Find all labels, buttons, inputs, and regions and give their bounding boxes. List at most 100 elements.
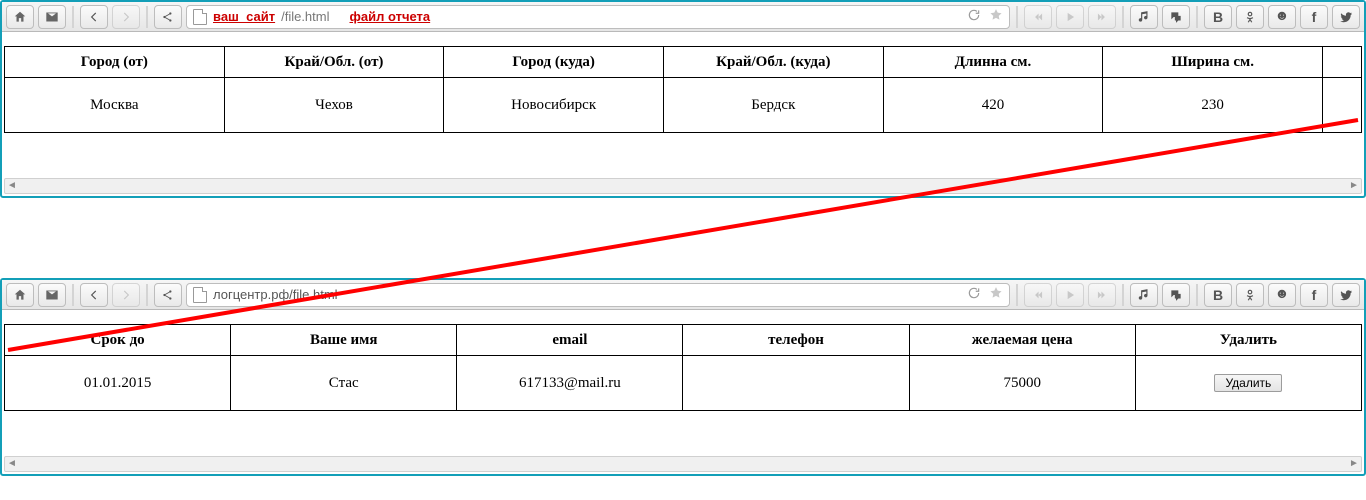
scroll-left-icon[interactable]: ◄ xyxy=(5,179,19,191)
cell: Чехов xyxy=(224,78,444,133)
moimir-icon: ☻ xyxy=(1275,287,1290,303)
twitter-icon xyxy=(1339,288,1353,302)
col-header: Край/Обл. (от) xyxy=(224,47,444,78)
horizontal-scrollbar[interactable]: ◄ ► xyxy=(4,178,1362,194)
cell: 01.01.2015 xyxy=(5,356,231,411)
chat-button[interactable] xyxy=(1162,283,1190,307)
cell xyxy=(1323,78,1362,133)
separator xyxy=(1016,284,1018,306)
file-icon xyxy=(193,9,207,25)
browser-window-1: ваш_сайт /file.html файл отчета B ☻ f Го… xyxy=(0,0,1366,198)
col-header: Длинна см. xyxy=(883,47,1103,78)
separator xyxy=(72,6,74,28)
media-prev-button xyxy=(1024,283,1052,307)
cell: 420 xyxy=(883,78,1103,133)
moimir-icon: ☻ xyxy=(1275,9,1290,25)
media-play-button xyxy=(1056,283,1084,307)
moimir-button[interactable]: ☻ xyxy=(1268,5,1296,29)
cell: Новосибирск xyxy=(444,78,664,133)
cell xyxy=(683,356,909,411)
col-header: телефон xyxy=(683,325,909,356)
music-button[interactable] xyxy=(1130,5,1158,29)
facebook-icon: f xyxy=(1312,9,1317,25)
table-header-row: Город (от) Край/Обл. (от) Город (куда) К… xyxy=(5,47,1362,78)
col-header: желаемая цена xyxy=(909,325,1135,356)
data-table-2: Срок до Ваше имя email телефон желаемая … xyxy=(4,324,1362,411)
address-bar[interactable]: логцентр.рф/file.html xyxy=(186,283,1010,307)
reload-icon[interactable] xyxy=(967,8,981,25)
col-header: Удалить xyxy=(1135,325,1361,356)
cell: 230 xyxy=(1103,78,1323,133)
share-button[interactable] xyxy=(154,5,182,29)
media-next-button xyxy=(1088,283,1116,307)
data-table-1: Город (от) Край/Обл. (от) Город (куда) К… xyxy=(4,46,1362,133)
ok-button[interactable] xyxy=(1236,5,1264,29)
cell: Бердск xyxy=(663,78,883,133)
browser-window-2: логцентр.рф/file.html B ☻ f Срок до Ваше… xyxy=(0,278,1366,476)
table-header-row: Срок до Ваше имя email телефон желаемая … xyxy=(5,325,1362,356)
cell: 75000 xyxy=(909,356,1135,411)
twitter-icon xyxy=(1339,10,1353,24)
separator xyxy=(72,284,74,306)
cell: Москва xyxy=(5,78,225,133)
page-content-2: Срок до Ваше имя email телефон желаемая … xyxy=(2,310,1364,411)
mail-button[interactable] xyxy=(38,5,66,29)
page-content-1: Город (от) Край/Обл. (от) Город (куда) К… xyxy=(2,32,1364,133)
vk-button[interactable]: B xyxy=(1204,283,1232,307)
music-button[interactable] xyxy=(1130,283,1158,307)
media-play-button xyxy=(1056,5,1084,29)
separator xyxy=(1122,284,1124,306)
twitter-button[interactable] xyxy=(1332,5,1360,29)
address-bar[interactable]: ваш_сайт /file.html файл отчета xyxy=(186,5,1010,29)
url-label-emph: файл отчета xyxy=(350,9,431,24)
vk-button[interactable]: B xyxy=(1204,5,1232,29)
facebook-button[interactable]: f xyxy=(1300,283,1328,307)
home-button[interactable] xyxy=(6,283,34,307)
separator xyxy=(146,6,148,28)
facebook-icon: f xyxy=(1312,287,1317,303)
separator xyxy=(1122,6,1124,28)
facebook-button[interactable]: f xyxy=(1300,5,1328,29)
bookmark-star-icon[interactable] xyxy=(989,8,1003,25)
media-next-button xyxy=(1088,5,1116,29)
separator xyxy=(1016,6,1018,28)
ok-button[interactable] xyxy=(1236,283,1264,307)
home-button[interactable] xyxy=(6,5,34,29)
bookmark-star-icon[interactable] xyxy=(989,286,1003,303)
toolbar: ваш_сайт /file.html файл отчета B ☻ f xyxy=(2,2,1364,32)
col-header: Город (от) xyxy=(5,47,225,78)
back-button[interactable] xyxy=(80,283,108,307)
scroll-left-icon[interactable]: ◄ xyxy=(5,457,19,469)
reload-icon[interactable] xyxy=(967,286,981,303)
col-header: Край/Обл. (куда) xyxy=(663,47,883,78)
forward-button xyxy=(112,5,140,29)
url-path: /file.html xyxy=(281,9,329,24)
ok-icon xyxy=(1243,288,1257,302)
chat-button[interactable] xyxy=(1162,5,1190,29)
vk-icon: B xyxy=(1213,9,1223,25)
scroll-right-icon[interactable]: ► xyxy=(1347,179,1361,191)
col-header: email xyxy=(457,325,683,356)
col-header xyxy=(1323,47,1362,78)
twitter-button[interactable] xyxy=(1332,283,1360,307)
url-text: логцентр.рф/file.html xyxy=(213,287,338,302)
ok-icon xyxy=(1243,10,1257,24)
scroll-right-icon[interactable]: ► xyxy=(1347,457,1361,469)
share-button[interactable] xyxy=(154,283,182,307)
table-row: Москва Чехов Новосибирск Бердск 420 230 xyxy=(5,78,1362,133)
file-icon xyxy=(193,287,207,303)
col-header: Ваше имя xyxy=(231,325,457,356)
cell: 617133@mail.ru xyxy=(457,356,683,411)
separator xyxy=(1196,284,1198,306)
col-header: Ширина см. xyxy=(1103,47,1323,78)
separator xyxy=(1196,6,1198,28)
col-header: Город (куда) xyxy=(444,47,664,78)
moimir-button[interactable]: ☻ xyxy=(1268,283,1296,307)
mail-button[interactable] xyxy=(38,283,66,307)
back-button[interactable] xyxy=(80,5,108,29)
cell-delete: Удалить xyxy=(1135,356,1361,411)
horizontal-scrollbar[interactable]: ◄ ► xyxy=(4,456,1362,472)
delete-button[interactable]: Удалить xyxy=(1214,374,1282,392)
table-row: 01.01.2015 Стас 617133@mail.ru 75000 Уда… xyxy=(5,356,1362,411)
vk-icon: B xyxy=(1213,287,1223,303)
